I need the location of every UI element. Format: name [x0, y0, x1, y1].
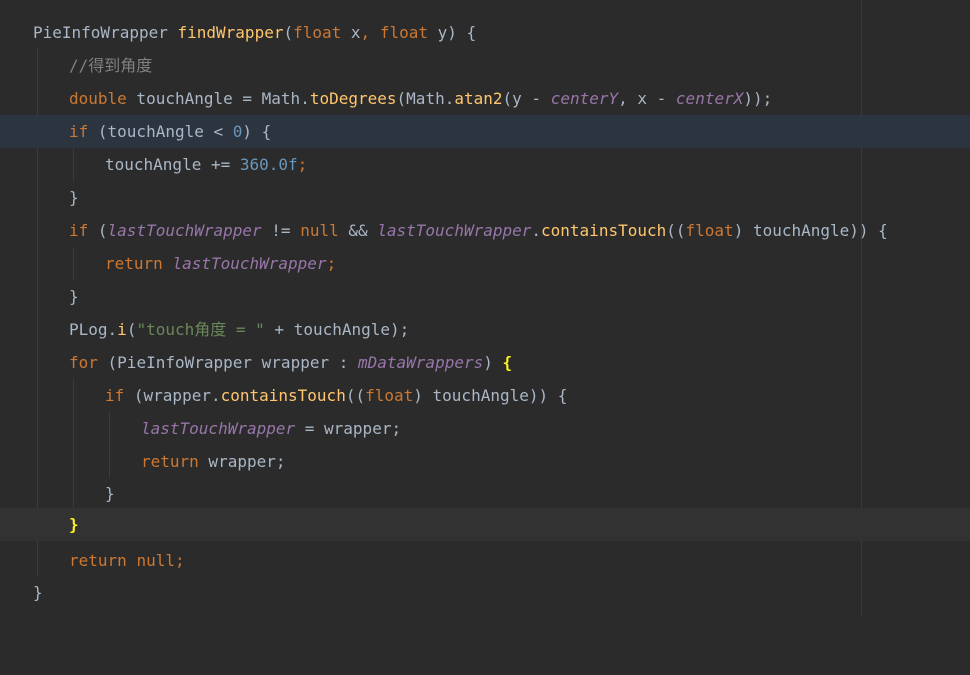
- field: centerX: [675, 89, 744, 108]
- method-call: containsTouch: [541, 221, 667, 240]
- keyword: float: [379, 23, 428, 42]
- code-line-5[interactable]: touchAngle += 360.0f;: [0, 148, 970, 181]
- code-line-2[interactable]: //得到角度: [0, 49, 970, 82]
- matched-brace: }: [69, 515, 79, 534]
- paren: ((: [666, 221, 686, 240]
- code-line-16[interactable]: }: [0, 508, 970, 541]
- paren: ) touchAngle)) {: [733, 221, 888, 240]
- code-line-18[interactable]: }: [0, 576, 970, 609]
- operator: !=: [261, 221, 301, 240]
- method-call: i: [117, 320, 127, 339]
- keyword: null: [300, 221, 339, 240]
- type-token: PieInfoWrapper: [33, 23, 168, 42]
- paren: ): [483, 353, 503, 372]
- number: 0: [232, 122, 243, 141]
- var: touchAngle +=: [105, 155, 240, 174]
- paren: ) {: [242, 122, 272, 141]
- code-line-8[interactable]: return lastTouchWrapper;: [0, 247, 970, 280]
- number: 360.0f: [239, 155, 298, 174]
- keyword: null: [136, 551, 175, 570]
- code-line-9[interactable]: }: [0, 280, 970, 313]
- brace: }: [33, 583, 43, 602]
- keyword: if: [69, 221, 89, 240]
- field: lastTouchWrapper: [377, 221, 532, 240]
- paren: ));: [743, 89, 773, 108]
- dot: .: [531, 221, 542, 240]
- sep: , x -: [618, 89, 676, 108]
- code-line-15[interactable]: }: [0, 477, 970, 510]
- keyword: return: [105, 254, 163, 273]
- method-call: toDegrees: [309, 89, 397, 108]
- paren: ) {: [447, 23, 477, 42]
- paren: (y -: [502, 89, 551, 108]
- keyword: double: [69, 89, 127, 108]
- paren: ((: [345, 386, 366, 405]
- keyword: return: [141, 452, 199, 471]
- expression: wrapper;: [198, 452, 286, 471]
- class-ref: Math.: [406, 89, 455, 108]
- keyword: if: [69, 122, 89, 141]
- field: lastTouchWrapper: [107, 221, 262, 240]
- semicolon: ;: [174, 551, 185, 570]
- expression: = wrapper;: [295, 419, 402, 438]
- brace: }: [69, 287, 79, 306]
- brace: }: [69, 188, 79, 207]
- code-line-14[interactable]: return wrapper;: [0, 445, 970, 478]
- field: lastTouchWrapper: [141, 419, 296, 438]
- keyword: for: [69, 353, 98, 372]
- code-line-11[interactable]: for (PieInfoWrapper wrapper : mDataWrapp…: [0, 346, 970, 379]
- semicolon: ;: [326, 254, 337, 273]
- paren: (: [88, 221, 108, 240]
- paren: (: [97, 353, 118, 372]
- comment: //得到角度: [69, 56, 153, 75]
- paren: (: [126, 320, 137, 339]
- code-line-17[interactable]: return null;: [0, 544, 970, 577]
- keyword: if: [105, 386, 125, 405]
- var: touchAngle =: [126, 89, 262, 108]
- string-literal: "touch角度 = ": [136, 320, 265, 339]
- code-line-13[interactable]: lastTouchWrapper = wrapper;: [0, 412, 970, 445]
- code-line-4[interactable]: if (touchAngle < 0) {: [0, 115, 970, 148]
- code-line-3[interactable]: double touchAngle = Math.toDegrees(Math.…: [0, 82, 970, 115]
- param: x: [341, 23, 361, 42]
- keyword: float: [365, 386, 414, 405]
- paren: (: [396, 89, 407, 108]
- code-line-6[interactable]: }: [0, 181, 970, 214]
- var: wrapper :: [252, 353, 358, 372]
- paren: (: [283, 23, 294, 42]
- condition: (touchAngle <: [88, 122, 233, 141]
- keyword: float: [293, 23, 342, 42]
- field: centerY: [550, 89, 619, 108]
- expression: + touchAngle);: [264, 320, 410, 339]
- field: mDataWrappers: [358, 353, 484, 372]
- code-line-12[interactable]: if (wrapper.containsTouch((float) touchA…: [0, 379, 970, 412]
- method-call: containsTouch: [220, 386, 346, 405]
- operator: &&: [338, 221, 378, 240]
- comma: ,: [360, 23, 380, 42]
- method-call: atan2: [454, 89, 503, 108]
- field: lastTouchWrapper: [172, 254, 327, 273]
- code-line-1[interactable]: PieInfoWrapper findWrapper(float x, floa…: [0, 16, 970, 49]
- class-ref: Math.: [261, 89, 310, 108]
- code-line-10[interactable]: PLog.i("touch角度 = " + touchAngle);: [0, 313, 970, 346]
- param: y: [427, 23, 448, 42]
- brace: }: [105, 484, 115, 503]
- semicolon: ;: [297, 155, 308, 174]
- keyword: float: [685, 221, 734, 240]
- paren: ) touchAngle)) {: [413, 386, 568, 405]
- type-token: PieInfoWrapper: [117, 353, 253, 372]
- method-name: findWrapper: [177, 23, 284, 42]
- expression: (wrapper.: [124, 386, 221, 405]
- matched-brace: {: [502, 353, 513, 372]
- code-editor[interactable]: PieInfoWrapper findWrapper(float x, floa…: [0, 0, 970, 616]
- code-line-7[interactable]: if (lastTouchWrapper != null && lastTouc…: [0, 214, 970, 247]
- keyword: return: [69, 551, 127, 570]
- class-ref: PLog.: [69, 320, 118, 339]
